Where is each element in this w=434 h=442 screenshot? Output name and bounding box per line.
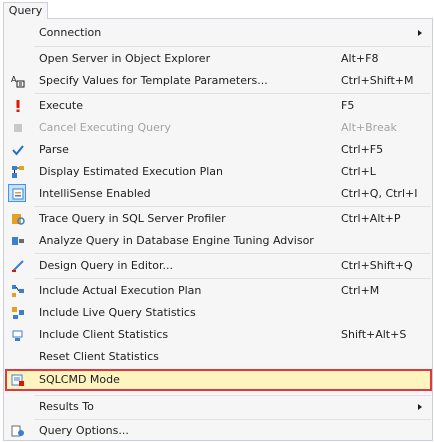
menu-item-label: Results To — [39, 400, 94, 413]
menu-item-shortcut: Alt+F8 — [341, 52, 379, 65]
menu-item-label: Query Options... — [39, 424, 129, 437]
client-stats-icon — [12, 330, 23, 341]
menu-item-template-params[interactable]: A Specify Values for Template Parameters… — [5, 70, 432, 92]
menu-item-label: Display Estimated Execution Plan — [39, 165, 223, 178]
menu-item-reset-client-stats[interactable]: Reset Client Statistics — [5, 346, 432, 368]
menu-separator — [34, 93, 431, 94]
menu-item-label: Connection — [39, 26, 102, 39]
menu-separator — [34, 206, 431, 207]
menu-item-label: Analyze Query in Database Engine Tuning … — [39, 234, 314, 247]
execution-plan-icon — [12, 166, 24, 178]
sqlcmd-icon — [11, 374, 24, 386]
menu-item-shortcut: Ctrl+F5 — [341, 143, 384, 156]
svg-text:A: A — [11, 75, 17, 84]
execute-icon — [16, 100, 20, 112]
menu-item-label: Reset Client Statistics — [39, 350, 159, 363]
cancel-icon — [14, 124, 22, 132]
menu-item-shortcut: Ctrl+Shift+Q — [341, 259, 413, 272]
menu-item-intellisense[interactable]: IntelliSense Enabled Ctrl+Q, Ctrl+I — [5, 183, 432, 205]
tuning-advisor-icon — [12, 237, 24, 245]
menu-item-shortcut: F5 — [341, 99, 355, 112]
menu-item-label: Parse — [39, 143, 69, 156]
profiler-icon — [12, 214, 25, 225]
menu-item-label: Specify Values for Template Parameters..… — [39, 74, 268, 87]
menu-item-label: Cancel Executing Query — [39, 121, 171, 134]
menu-item-live-stats[interactable]: Include Live Query Statistics — [5, 302, 432, 324]
live-stats-icon — [12, 307, 24, 319]
menu-item-shortcut: Ctrl+Shift+M — [341, 74, 414, 87]
query-options-icon — [11, 425, 24, 437]
menu-separator — [34, 278, 431, 279]
menu-item-label: Execute — [39, 99, 83, 112]
actual-plan-icon — [12, 285, 24, 297]
menu-item-estimated-plan[interactable]: Display Estimated Execution Plan Ctrl+L — [5, 161, 432, 183]
menu-item-shortcut: Alt+Break — [341, 121, 397, 134]
template-params-icon: A — [11, 75, 25, 88]
menu-item-label: Include Live Query Statistics — [39, 306, 196, 319]
menu-item-client-stats[interactable]: Include Client Statistics Shift+Alt+S — [5, 324, 432, 346]
menu-item-shortcut: Ctrl+Alt+P — [341, 212, 401, 225]
menu-item-shortcut: Ctrl+Q, Ctrl+I — [341, 187, 418, 200]
menu-separator — [34, 253, 431, 254]
menu-item-design-query[interactable]: Design Query in Editor... Ctrl+Shift+Q — [5, 255, 432, 277]
menu-item-label: Design Query in Editor... — [39, 259, 173, 272]
menu-item-parse[interactable]: Parse Ctrl+F5 — [5, 139, 432, 161]
menu-item-query-options[interactable]: Query Options... — [5, 420, 432, 442]
menu-item-tuning-advisor[interactable]: Analyze Query in Database Engine Tuning … — [5, 230, 432, 252]
menu-separator — [34, 46, 431, 47]
intellisense-icon — [12, 188, 24, 200]
submenu-arrow-icon — [418, 30, 422, 36]
menu-item-connection[interactable]: Connection — [5, 22, 432, 44]
query-dropdown-menu: Connection Open Server in Object Explore… — [3, 18, 433, 441]
menu-item-results-to[interactable]: Results To — [5, 396, 432, 418]
menu-item-open-server[interactable]: Open Server in Object Explorer Alt+F8 — [5, 48, 432, 70]
menu-item-label: Include Actual Execution Plan — [39, 284, 202, 297]
menu-item-shortcut: Ctrl+M — [341, 284, 380, 297]
menu-item-trace-profiler[interactable]: Trace Query in SQL Server Profiler Ctrl+… — [5, 208, 432, 230]
query-menu-tab[interactable]: Query — [3, 2, 48, 19]
menu-item-label: Trace Query in SQL Server Profiler — [39, 212, 226, 225]
design-query-icon — [12, 260, 24, 272]
menu-item-cancel-query[interactable]: Cancel Executing Query Alt+Break — [5, 117, 432, 139]
menu-item-execute[interactable]: Execute F5 — [5, 95, 432, 117]
menu-item-shortcut: Ctrl+L — [341, 165, 376, 178]
menu-item-actual-plan[interactable]: Include Actual Execution Plan Ctrl+M — [5, 280, 432, 302]
checkmark-icon — [12, 145, 24, 156]
menu-item-label: Open Server in Object Explorer — [39, 52, 211, 65]
menu-item-label: SQLCMD Mode — [39, 373, 120, 386]
menu-item-label: Include Client Statistics — [39, 328, 169, 341]
menu-item-label: IntelliSense Enabled — [39, 187, 151, 200]
submenu-arrow-icon — [418, 404, 422, 410]
menu-item-shortcut: Shift+Alt+S — [341, 328, 407, 341]
menu-item-sqlcmd-mode[interactable]: SQLCMD Mode — [5, 369, 432, 391]
